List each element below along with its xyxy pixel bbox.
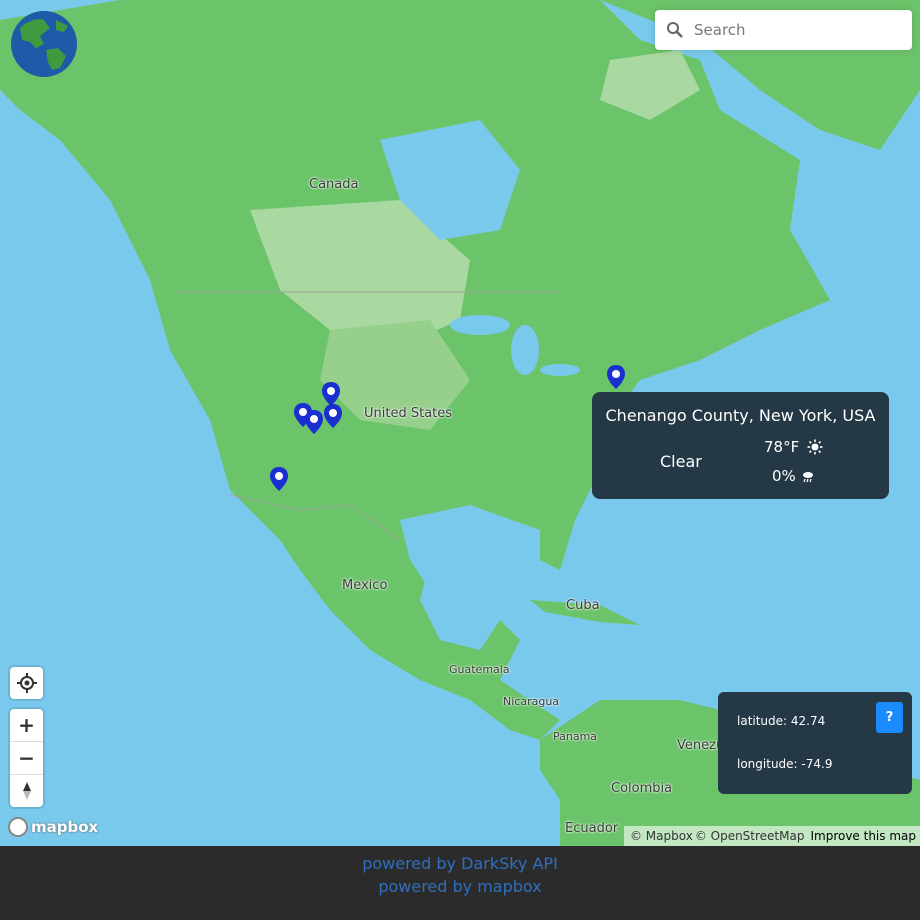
latitude-readout: latitude: 42.74 [737,714,826,728]
popup-precipitation: 0% [772,467,796,485]
sun-icon [807,439,823,455]
label-cuba: Cuba [566,598,600,613]
attribution: © Mapbox © OpenStreetMap Improve this ma… [623,826,920,846]
marker-pin-icon[interactable] [322,403,344,429]
footer: powered by DarkSky API powered by mapbox [0,846,920,920]
geolocate-control [10,667,43,699]
compass-icon [22,782,31,800]
label-mexico: Mexico [342,578,388,593]
search-icon [667,22,683,38]
longitude-readout: longitude: -74.9 [737,757,833,771]
improve-map-link[interactable]: Improve this map [810,829,916,843]
search-input[interactable] [692,20,896,40]
attribution-mapbox-link[interactable]: © Mapbox [630,829,693,843]
marker-pin-icon[interactable] [268,466,290,492]
label-colombia: Colombia [611,781,673,796]
popup-location: Chenango County, New York, USA [605,406,876,425]
crosshair-icon [16,673,37,693]
mapbox-link[interactable]: powered by mapbox [0,877,920,896]
search-box[interactable] [655,10,912,50]
zoom-out-button[interactable]: − [10,741,43,774]
rain-icon [803,472,813,483]
help-button[interactable]: ? [876,702,903,733]
coordinates-panel: latitude: 42.74 longitude: -74.9 ? [718,692,912,794]
marker-pin-icon[interactable] [605,364,627,390]
map-canvas[interactable]: Canada United States Mexico Cuba Guatema… [0,0,920,846]
weather-popup: Chenango County, New York, USA Clear 78°… [592,392,889,499]
label-ecuador: Ecuador [565,821,619,836]
popup-temperature: 78°F [764,438,800,456]
label-panama: Panama [553,730,598,743]
compass-button[interactable] [10,774,43,807]
label-guatemala: Guatemala [449,663,510,676]
geolocate-button[interactable] [10,667,43,699]
mapbox-logo-icon [8,817,28,837]
zoom-in-button[interactable]: + [10,709,43,741]
mapbox-logo-text: mapbox [31,818,99,836]
label-nicaragua: Nicaragua [503,695,560,708]
label-united-states: United States [364,406,453,421]
darksky-link[interactable]: powered by DarkSky API [0,854,920,873]
globe-icon[interactable] [10,10,78,78]
attribution-osm-link[interactable]: © OpenStreetMap [695,829,805,843]
navigation-control: + − [10,709,43,807]
mapbox-logo[interactable]: mapbox [8,817,98,837]
label-canada: Canada [309,177,359,192]
popup-condition: Clear [660,452,702,471]
